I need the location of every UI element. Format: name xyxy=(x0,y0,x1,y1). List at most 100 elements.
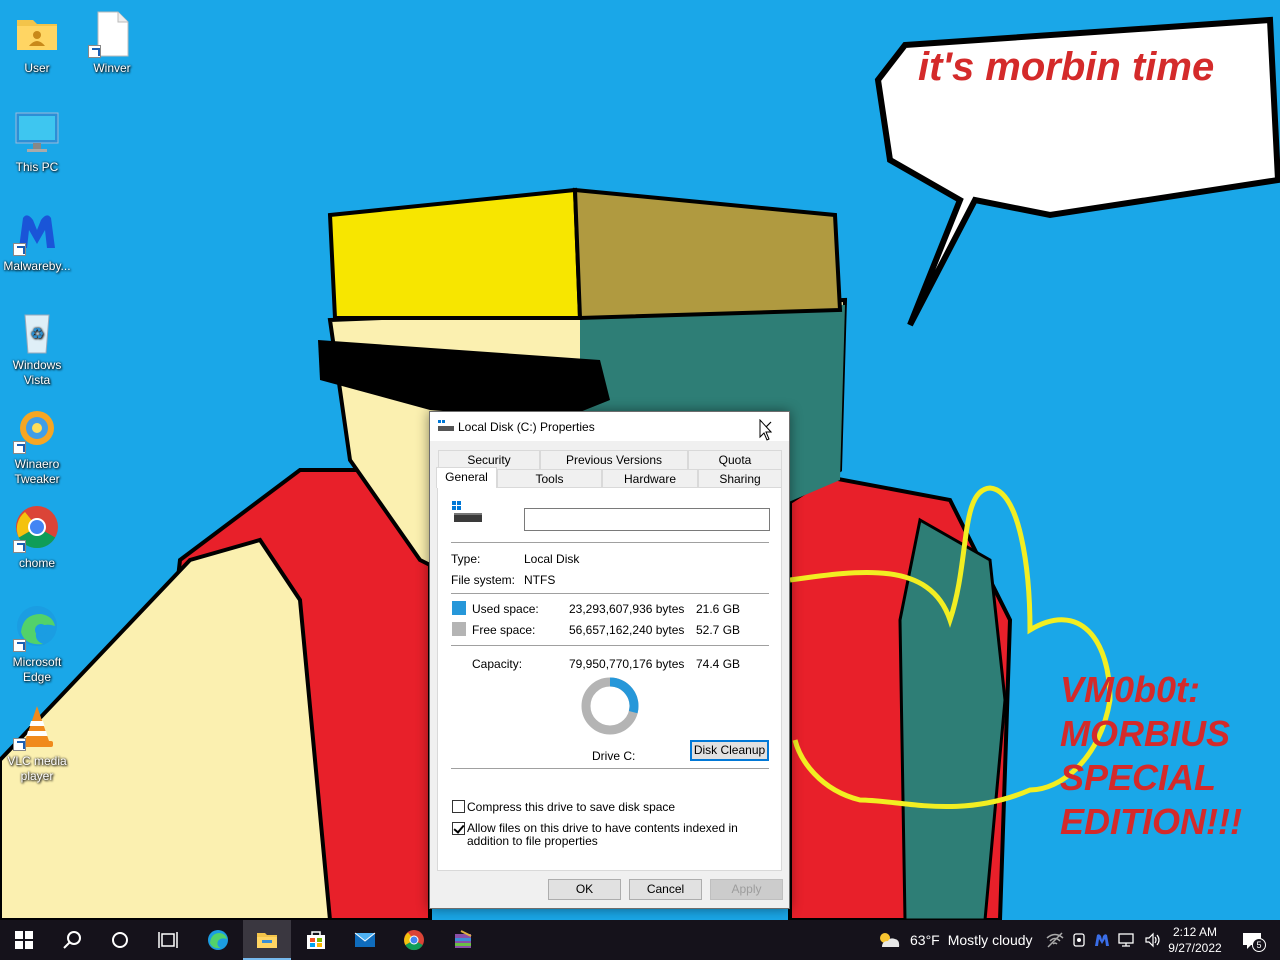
used-space-label: Used space: xyxy=(472,602,539,616)
weather-cloudy-icon xyxy=(880,933,900,947)
divider xyxy=(451,593,769,594)
drive-large-icon xyxy=(452,501,482,522)
clock-time: 2:12 AM xyxy=(1172,925,1218,939)
apply-button[interactable]: Apply xyxy=(710,879,783,900)
start-button[interactable] xyxy=(0,920,48,960)
index-checkbox[interactable] xyxy=(452,822,465,835)
desktop-icon-edge[interactable]: Microsoft Edge xyxy=(0,604,74,685)
desktop-icon-winver[interactable]: Winver xyxy=(75,10,149,76)
desktop-icon-label: Microsoft Edge xyxy=(12,655,62,684)
tab-general[interactable]: General xyxy=(436,467,497,488)
file-system-value: NTFS xyxy=(524,573,556,587)
used-space-bytes: 23,293,607,936 bytes xyxy=(569,602,685,616)
divider xyxy=(451,542,769,543)
wallpaper-title-line-1: VM0b0t: xyxy=(1060,669,1200,710)
taskbar-mail[interactable] xyxy=(341,920,389,960)
dialog-titlebar[interactable]: Local Disk (C:) Properties xyxy=(430,412,789,441)
disk-usage-donut xyxy=(581,677,639,735)
tab-hardware[interactable]: Hardware xyxy=(602,469,698,488)
action-center-button[interactable]: 5 xyxy=(1232,920,1272,960)
user-folder-icon xyxy=(13,10,61,58)
taskbar: 63°F Mostly cloudy 2:12 AM 9/27/2022 5 xyxy=(0,920,1280,960)
winrar-icon xyxy=(455,930,472,948)
mouse-cursor xyxy=(759,419,773,441)
used-space-swatch xyxy=(452,601,466,615)
cortana-icon xyxy=(112,932,128,948)
desktop-icon-label: chome xyxy=(18,556,56,570)
desktop-icon-label: User xyxy=(24,61,50,75)
free-space-label: Free space: xyxy=(472,623,536,637)
volume-icon[interactable] xyxy=(1144,932,1162,948)
taskbar-store[interactable] xyxy=(292,920,340,960)
recycle-bin-icon: ♻ xyxy=(13,307,61,355)
free-space-swatch xyxy=(452,622,466,636)
general-tab-panel: Type: Local Disk File system: NTFS Used … xyxy=(437,487,782,871)
speech-text: it's morbin time xyxy=(918,45,1214,89)
desktop-icon-this-pc[interactable]: This PC xyxy=(0,109,74,175)
network-icon[interactable] xyxy=(1118,932,1136,948)
desktop-icon-label: This PC xyxy=(15,160,59,174)
taskbar-winrar[interactable] xyxy=(439,920,487,960)
weather-widget[interactable]: 63°F Mostly cloudy xyxy=(876,920,1033,960)
malwarebytes-tray-icon[interactable] xyxy=(1094,933,1110,947)
taskbar-edge[interactable] xyxy=(194,920,242,960)
taskbar-file-explorer[interactable] xyxy=(243,920,291,960)
chrome-icon xyxy=(404,930,424,951)
weather-text: Mostly cloudy xyxy=(947,932,1033,948)
wallpaper-title-line-2: MORBIUS xyxy=(1060,713,1230,754)
ok-button[interactable]: OK xyxy=(548,879,621,900)
desktop-icon-recycle-bin[interactable]: ♻ Windows Vista xyxy=(0,307,74,388)
search-button[interactable] xyxy=(48,920,96,960)
network-off-icon[interactable] xyxy=(1046,932,1064,948)
edge-icon xyxy=(13,604,61,652)
donut-used-arc xyxy=(609,677,639,714)
start-icon xyxy=(15,931,33,949)
vlc-icon xyxy=(13,703,61,751)
desktop-icon-malwarebytes[interactable]: Malwareby... xyxy=(0,208,74,274)
desktop-icon-chrome[interactable]: chome xyxy=(0,505,74,571)
store-icon xyxy=(307,931,325,949)
desktop-icon-label: Malwareby... xyxy=(3,259,71,273)
taskbar-chrome[interactable] xyxy=(390,920,438,960)
type-value: Local Disk xyxy=(524,552,580,566)
desktop-icon-user[interactable]: User xyxy=(0,10,74,76)
free-space-bytes: 56,657,162,240 bytes xyxy=(569,623,685,637)
disk-cleanup-button[interactable]: Disk Cleanup xyxy=(690,740,769,761)
edge-icon xyxy=(208,930,228,950)
index-label: Allow files on this drive to have conten… xyxy=(467,821,738,848)
capacity-label: Capacity: xyxy=(472,657,523,671)
divider xyxy=(451,645,769,646)
drive-icon xyxy=(438,420,454,431)
meet-now-icon[interactable] xyxy=(1072,932,1086,948)
capacity-gb: 74.4 GB xyxy=(696,657,741,671)
search-icon xyxy=(63,931,81,949)
tab-tools[interactable]: Tools xyxy=(497,469,602,488)
desktop-icon-winaero-tweaker[interactable]: Winaero Tweaker xyxy=(0,406,74,487)
wallpaper-title-line-3: SPECIAL xyxy=(1060,757,1216,798)
drive-name-input[interactable] xyxy=(524,508,770,531)
clock[interactable]: 2:12 AM 9/27/2022 xyxy=(1166,920,1224,960)
divider xyxy=(451,768,769,769)
free-space-gb: 52.7 GB xyxy=(696,623,741,637)
file-system-label: File system: xyxy=(451,573,516,587)
compress-checkbox[interactable] xyxy=(452,800,465,813)
desktop-icon-label: VLC media player xyxy=(7,754,67,783)
desktop-icon-label: Winver xyxy=(93,61,131,75)
notification-count-badge: 5 xyxy=(1252,938,1266,952)
disk-properties-dialog: Local Disk (C:) Properties Security Prev… xyxy=(429,411,790,909)
task-view-button[interactable] xyxy=(144,920,192,960)
desktop-icon-vlc[interactable]: VLC media player xyxy=(0,703,74,784)
task-view-icon xyxy=(158,932,178,948)
tab-quota[interactable]: Quota xyxy=(688,450,782,469)
malwarebytes-icon xyxy=(13,208,61,256)
capacity-bytes: 79,950,770,176 bytes xyxy=(569,657,685,671)
tab-previous-versions[interactable]: Previous Versions xyxy=(540,450,688,469)
cancel-button[interactable]: Cancel xyxy=(629,879,702,900)
clock-date: 9/27/2022 xyxy=(1168,941,1222,955)
svg-text:♻: ♻ xyxy=(30,324,44,343)
cortana-button[interactable] xyxy=(96,920,144,960)
weather-temp: 63°F xyxy=(910,932,940,948)
tab-sharing[interactable]: Sharing xyxy=(698,469,782,488)
system-tray xyxy=(1046,920,1172,960)
compress-label: Compress this drive to save disk space xyxy=(467,800,676,814)
